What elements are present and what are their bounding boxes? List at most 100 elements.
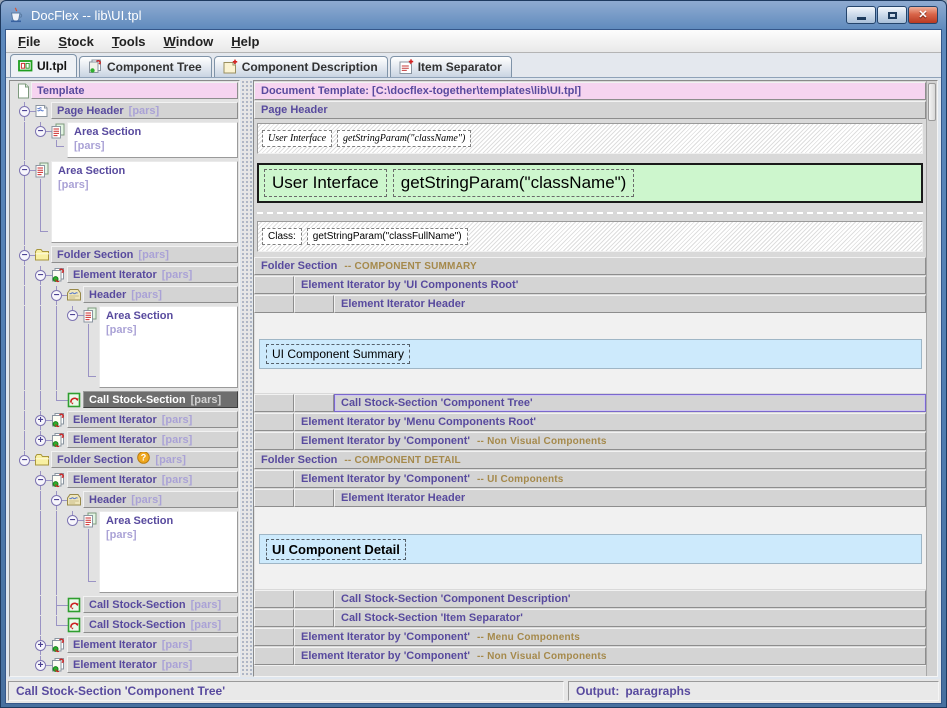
expand-icon[interactable]: + — [35, 660, 46, 671]
tree-node-area-section[interactable]: − Area Section[pars] — [10, 511, 239, 595]
tab-ui-tpl[interactable]: UI.tpl — [10, 54, 77, 77]
java-cup-icon — [7, 6, 25, 24]
doc-section-bar[interactable]: Element Iterator Header — [334, 295, 926, 313]
text-component-box[interactable]: UI Component Summary — [266, 344, 410, 364]
collapse-icon[interactable]: − — [51, 495, 62, 506]
collapse-icon[interactable]: − — [19, 250, 30, 261]
tab-item-separator[interactable]: Item Separator — [390, 56, 512, 77]
close-button[interactable]: ✕ — [908, 6, 938, 24]
menu-item-file[interactable]: File — [10, 32, 48, 51]
collapse-icon[interactable]: − — [67, 515, 78, 526]
menu-item-stock[interactable]: Stock — [50, 32, 101, 51]
doc-section-bar[interactable]: Page Header — [254, 101, 926, 119]
status-selected-component: Call Stock-Section 'Component Tree' — [8, 681, 564, 701]
tree-node-block[interactable]: Area Section[pars] — [51, 161, 238, 243]
tree-node-element-iterator[interactable]: + Element Iterator[pars] — [10, 411, 239, 430]
tree-node-bar[interactable]: Header[pars] — [83, 286, 238, 303]
text-component-box[interactable]: UI Component Detail — [266, 539, 406, 560]
tree-node-bar[interactable]: Element Iterator[pars] — [67, 656, 238, 673]
doc-section-bar[interactable]: Call Stock-Section 'Item Separator' — [334, 609, 926, 627]
tree-node-bar[interactable]: Call Stock-Section[pars] — [83, 391, 238, 408]
expand-icon[interactable]: + — [35, 415, 46, 426]
tree-node-area-section[interactable]: − Area Section[pars] — [10, 306, 239, 390]
tree-node-element-iterator[interactable]: + Element Iterator[pars] — [10, 431, 239, 450]
doc-section-bar[interactable]: Element Iterator by 'Component'-- Non Vi… — [294, 647, 926, 665]
collapse-icon[interactable]: − — [67, 310, 78, 321]
tree-node-bar[interactable]: Header[pars] — [83, 491, 238, 508]
tree-node-bar[interactable]: Element Iterator[pars] — [67, 431, 238, 448]
tree-node-call-stock-section[interactable]: Call Stock-Section[pars] — [10, 596, 239, 615]
tree-node-bar[interactable]: Folder Section?[pars] — [51, 451, 238, 468]
tree-node-page-header[interactable]: − Page Header[pars] — [10, 102, 239, 121]
tree-node-header[interactable]: − Header[pars] — [10, 491, 239, 510]
doc-section-bar[interactable]: Folder Section-- COMPONENT SUMMARY — [254, 257, 926, 275]
tree-node-bar[interactable]: Call Stock-Section[pars] — [83, 596, 238, 613]
collapse-icon[interactable]: − — [35, 475, 46, 486]
doc-section-bar[interactable]: Element Iterator by 'Component'-- UI Com… — [294, 470, 926, 488]
doc-section-bar[interactable]: Call Stock-Section 'Component Descriptio… — [334, 590, 926, 608]
template-component-box[interactable]: User Interface — [262, 130, 332, 147]
node-label: Page Header — [57, 105, 124, 117]
doc-section-bar[interactable]: Folder Section-- COMPONENT DETAIL — [254, 451, 926, 469]
tree-node-area-section[interactable]: − Area Section[pars] — [10, 122, 239, 160]
tab-component-description[interactable]: Component Description — [214, 56, 388, 77]
expand-icon[interactable]: + — [35, 435, 46, 446]
text-block[interactable]: UI Component Detail — [259, 534, 922, 564]
tree-node-bar[interactable]: Element Iterator[pars] — [67, 411, 238, 428]
tree-node-call-stock-section[interactable]: Call Stock-Section[pars] — [10, 391, 239, 410]
tree-node-bar[interactable]: Element Iterator[pars] — [67, 471, 238, 488]
collapse-icon[interactable]: − — [35, 126, 46, 137]
template-component-box[interactable]: Class: — [262, 228, 302, 245]
template-component-box[interactable]: getStringParam("className") — [393, 169, 635, 197]
tree-node-element-iterator[interactable]: + Element Iterator[pars] — [10, 636, 239, 655]
collapse-icon[interactable]: − — [19, 106, 30, 117]
doc-section-bar[interactable]: Element Iterator by 'Menu Components Roo… — [294, 413, 926, 431]
tree-node-element-iterator[interactable]: + Element Iterator[pars] — [10, 656, 239, 675]
collapse-icon[interactable]: − — [19, 455, 30, 466]
tree-node-template[interactable]: Template — [10, 82, 239, 101]
tree-node-header[interactable]: − Header[pars] — [10, 286, 239, 305]
tree-guide-line — [24, 411, 25, 430]
collapse-icon[interactable]: − — [51, 290, 62, 301]
panel-splitter[interactable] — [241, 80, 252, 677]
tree-node-block[interactable]: Area Section[pars] — [99, 511, 238, 593]
menu-item-help[interactable]: Help — [223, 32, 267, 51]
menu-item-window[interactable]: Window — [156, 32, 222, 51]
pars-label: [pars] — [52, 177, 237, 193]
tree-node-bar[interactable]: Template — [31, 82, 238, 99]
minimize-button[interactable] — [846, 6, 876, 24]
template-component-box[interactable]: getStringParam("className") — [337, 130, 471, 147]
expand-icon[interactable]: + — [35, 640, 46, 651]
tree-node-bar[interactable]: Folder Section[pars] — [51, 246, 238, 263]
menu-item-tools[interactable]: Tools — [104, 32, 154, 51]
tree-node-folder-section[interactable]: − Folder Section?[pars] — [10, 451, 239, 470]
collapse-icon[interactable]: − — [19, 165, 30, 176]
collapse-icon[interactable]: − — [35, 270, 46, 281]
template-component-box[interactable]: User Interface — [264, 169, 387, 197]
tree-node-bar[interactable]: Element Iterator[pars] — [67, 636, 238, 653]
doc-section-bar[interactable]: Element Iterator by 'Component'-- Non Vi… — [294, 432, 926, 450]
maximize-button[interactable] — [877, 6, 907, 24]
vertical-scrollbar[interactable] — [926, 81, 937, 676]
tree-node-folder-section[interactable]: − Folder Section[pars] — [10, 246, 239, 265]
doc-section-bar[interactable]: Call Stock-Section 'Component Tree' — [334, 394, 926, 412]
tab-component-tree[interactable]: Component Tree — [79, 56, 212, 77]
doc-section-bar[interactable]: Document Template: [C:\docflex-together\… — [254, 82, 926, 100]
tree-node-block[interactable]: Area Section[pars] — [99, 306, 238, 388]
page-header-green-box[interactable]: User InterfacegetStringParam("className"… — [257, 163, 923, 203]
tree-node-call-stock-section[interactable]: Call Stock-Section[pars] — [10, 616, 239, 635]
tree-node-bar[interactable]: Page Header[pars] — [51, 102, 238, 119]
tree-node-element-iterator[interactable]: − Element Iterator[pars] — [10, 471, 239, 490]
tree-node-block[interactable]: Area Section[pars] — [67, 122, 238, 158]
tree-node-bar[interactable]: Element Iterator[pars] — [67, 266, 238, 283]
doc-section-bar[interactable]: Element Iterator by 'Component'-- Menu C… — [294, 628, 926, 646]
doc-section-bar[interactable]: Element Iterator Header — [334, 489, 926, 507]
tree-node-bar[interactable]: Call Stock-Section[pars] — [83, 616, 238, 633]
text-block[interactable]: UI Component Summary — [259, 339, 922, 369]
tree-node-area-section[interactable]: − Area Section[pars] — [10, 161, 239, 245]
doc-filler — [254, 665, 926, 676]
scrollbar-thumb[interactable] — [928, 83, 936, 121]
tree-node-element-iterator[interactable]: − Element Iterator[pars] — [10, 266, 239, 285]
doc-section-bar[interactable]: Element Iterator by 'UI Components Root' — [294, 276, 926, 294]
template-component-box[interactable]: getStringParam("classFullName") — [307, 228, 468, 245]
